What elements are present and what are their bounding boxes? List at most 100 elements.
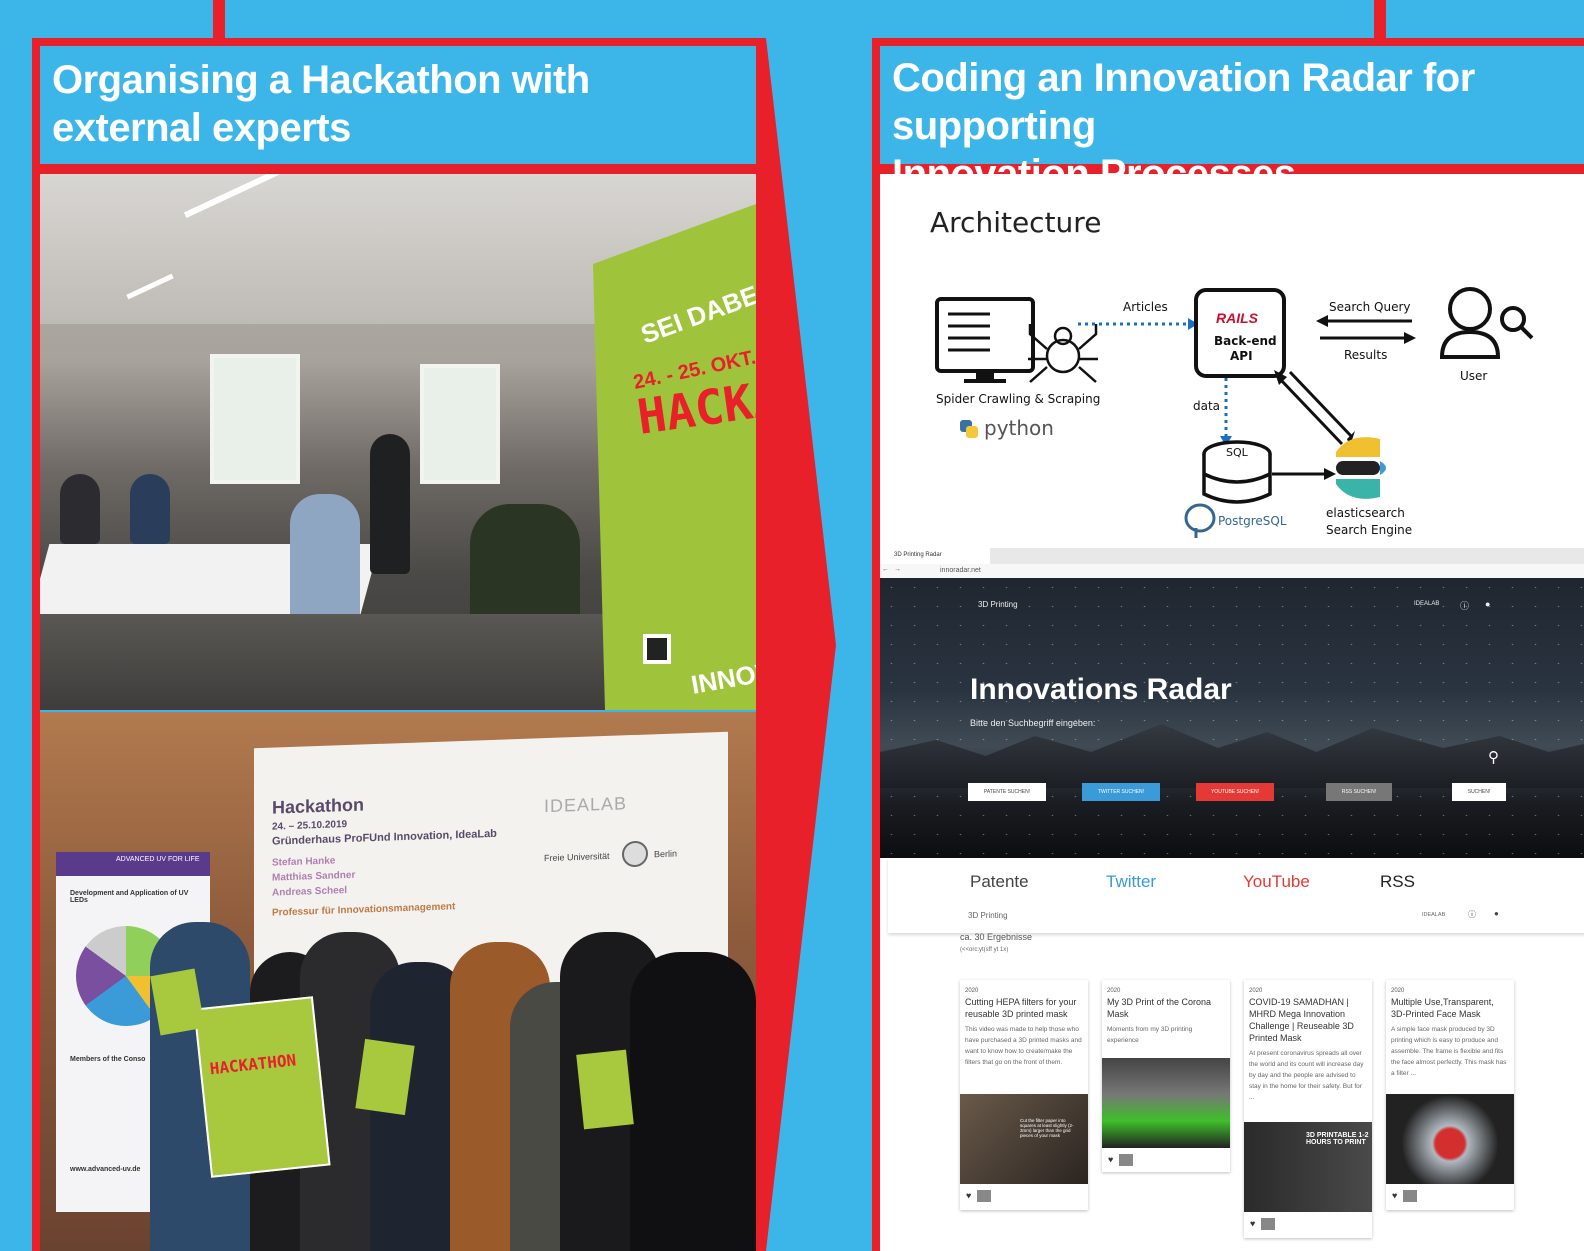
search-all-button[interactable]: SUCHEN! (1452, 783, 1506, 801)
hero-subtitle: Bitte den Suchbegriff eingeben: (970, 718, 1096, 728)
crawler-label: Spider Crawling & Scraping (936, 392, 1101, 406)
result-card[interactable]: 2020 COVID-19 SAMADHAN | MHRD Mega Innov… (1244, 980, 1372, 1238)
source-tabs: Patente Twitter YouTube RSS 3D Printing … (888, 858, 1584, 933)
rails-label: RAILS (1216, 310, 1258, 326)
help-icon[interactable]: ⓘ (1460, 599, 1469, 612)
hero-section: 3D Printing IDEALAB ⓘ ● Innovations Rada… (880, 578, 1584, 858)
card-desc: At present coronavirus spreads all over … (1249, 1050, 1364, 1101)
search-twitter-button[interactable]: TWITTER SUCHEN! (1082, 783, 1160, 801)
result-card[interactable]: 2020 My 3D Print of the Corona Mask Mome… (1102, 980, 1230, 1172)
frame-left (32, 38, 40, 1251)
user-icon (1439, 287, 1534, 359)
slide-name-2: Matthias Sandner (272, 869, 356, 884)
result-card[interactable]: 2020 Cutting HEPA filters for your reusa… (960, 980, 1088, 1210)
youtube-icon[interactable] (977, 1190, 992, 1202)
slide-professorship: Professur für Innovationsmanagement (272, 901, 456, 919)
slide-name-1: Stefan Hanke (272, 855, 336, 869)
card-year: 2020 (1249, 988, 1263, 994)
card-thumbnail[interactable]: 3D PRINTABLE 1-2 HOURS TO PRINT (1244, 1122, 1372, 1212)
frame-right-left (872, 38, 880, 1251)
like-heart-icon[interactable]: ♥ (966, 1190, 971, 1200)
slide-date: 24. – 25.10.2019 (272, 819, 348, 833)
result-card[interactable]: 2020 Multiple Use,Transparent, 3D-Printe… (1386, 980, 1514, 1210)
result-count: ca. 30 Ergebnisse (960, 932, 1033, 942)
slide-fu-left: Freie Universität (544, 850, 610, 864)
rollup-members: Members of the Conso (70, 1056, 146, 1063)
left-panel-title: Organising a Hackathon with external exp… (40, 46, 756, 164)
search-icon[interactable]: ⚲ (1488, 748, 1499, 766)
tab-patente[interactable]: Patente (970, 872, 1029, 892)
browser-tab-bar: 3D Printing Radar (880, 548, 1584, 564)
rails-backend-box (1194, 288, 1286, 378)
elasticsearch-logo-icon (1336, 437, 1386, 499)
hero-nav-right[interactable]: IDEALAB (1414, 601, 1439, 607)
tab-twitter[interactable]: Twitter (1106, 872, 1156, 892)
account-icon[interactable]: ● (1485, 599, 1490, 609)
rollup-title: ADVANCED UV FOR LIFE (116, 856, 200, 863)
results-label: Results (1344, 348, 1388, 362)
slide-idealab: IDEALAB (544, 793, 628, 817)
search-patente-button[interactable]: PATENTE SUCHEN! (968, 783, 1046, 801)
card-thumbnail-caption: 3D PRINTABLE 1-2 HOURS TO PRINT (1306, 1132, 1369, 1146)
backend-label-2: API (1230, 349, 1253, 363)
card-desc: This video was made to help those who ha… (965, 1026, 1082, 1066)
frame-left-head-bottom (32, 164, 764, 174)
search-rss-button[interactable]: RSS SUCHEN! (1326, 783, 1392, 801)
card-thumbnail[interactable]: Cut the filter paper into squares at lea… (960, 1094, 1088, 1184)
sub-account-icon[interactable]: ● (1494, 909, 1499, 918)
search-youtube-button[interactable]: YOUTUBE SUCHEN! (1196, 783, 1274, 801)
youtube-icon[interactable] (1403, 1190, 1418, 1202)
youtube-icon[interactable] (1261, 1218, 1276, 1230)
tab-rss[interactable]: RSS (1380, 872, 1415, 892)
python-label: python (984, 416, 1054, 440)
frame-arrow (756, 38, 836, 1251)
like-heart-icon[interactable]: ♥ (1108, 1154, 1113, 1164)
articles-label: Articles (1123, 300, 1168, 314)
slide-title: Hackathon (272, 794, 365, 818)
postgresql-elephant-icon (1184, 503, 1216, 538)
sub-nav-left[interactable]: 3D Printing (968, 911, 1008, 920)
browser-tab[interactable]: 3D Printing Radar (880, 548, 990, 564)
slide-name-3: Andreas Scheel (272, 885, 348, 899)
data-label: data (1193, 399, 1221, 413)
spider-icon (1028, 324, 1098, 383)
user-label: User (1460, 369, 1488, 383)
like-heart-icon[interactable]: ♥ (1250, 1218, 1255, 1228)
frame-right-top (872, 38, 1584, 46)
card-title: My 3D Print of the Corona Mask (1107, 997, 1212, 1019)
sub-nav-right[interactable]: IDEALAB (1422, 912, 1445, 918)
fu-seal-icon (622, 840, 648, 868)
sql-label: SQL (1226, 446, 1248, 459)
browser-address-bar[interactable]: ← → innoradar.net (880, 564, 1584, 578)
tab-youtube[interactable]: YouTube (1243, 872, 1310, 892)
card-title: COVID-19 SAMADHAN | MHRD Mega Innovation… (1249, 997, 1354, 1043)
card-thumbnail[interactable] (1102, 1058, 1230, 1148)
card-desc: A simple face mask produced by 3D printi… (1391, 1026, 1507, 1077)
browser-tab-label: 3D Printing Radar (894, 552, 942, 558)
youtube-icon[interactable] (1119, 1154, 1134, 1166)
innovation-radar-browser: 3D Printing Radar ← → innoradar.net 3D P… (880, 548, 1584, 1251)
backend-label-1: Back-end (1214, 334, 1277, 348)
architecture-diagram: Architecture Spider Crawling & Scraping … (880, 174, 1584, 548)
card-thumbnail-caption: Cut the filter paper into squares at lea… (1020, 1118, 1074, 1138)
frame-left-top-connector (213, 0, 225, 40)
card-thumbnail[interactable] (1386, 1094, 1514, 1184)
like-heart-icon[interactable]: ♥ (1392, 1190, 1397, 1200)
monitor-icon (935, 297, 1035, 383)
hero-nav-left[interactable]: 3D Printing (978, 600, 1018, 609)
result-sub: (<<orc:yt(sff yt 1x) (960, 947, 1009, 953)
card-title: Cutting HEPA filters for your reusable 3… (965, 997, 1077, 1019)
search-query-label: Search Query (1329, 300, 1411, 314)
card-title: Multiple Use,Transparent, 3D-Printed Fac… (1391, 997, 1494, 1019)
right-panel-title-line1: Coding an Innovation Radar for supportin… (892, 56, 1475, 148)
held-poster: HACKATHON (193, 996, 331, 1178)
nav-forward-icon[interactable]: → (894, 566, 901, 573)
hero-title: Innovations Radar (970, 673, 1232, 706)
card-year: 2020 (1107, 988, 1121, 994)
frame-left-top (32, 38, 764, 46)
left-panel-title-text: Organising a Hackathon with external exp… (52, 58, 590, 150)
nav-back-icon[interactable]: ← (882, 566, 889, 573)
sub-help-icon[interactable]: ⓘ (1468, 909, 1476, 920)
rollup-sub: Development and Application of UV LEDs (70, 890, 189, 904)
url-text: innoradar.net (940, 567, 981, 574)
